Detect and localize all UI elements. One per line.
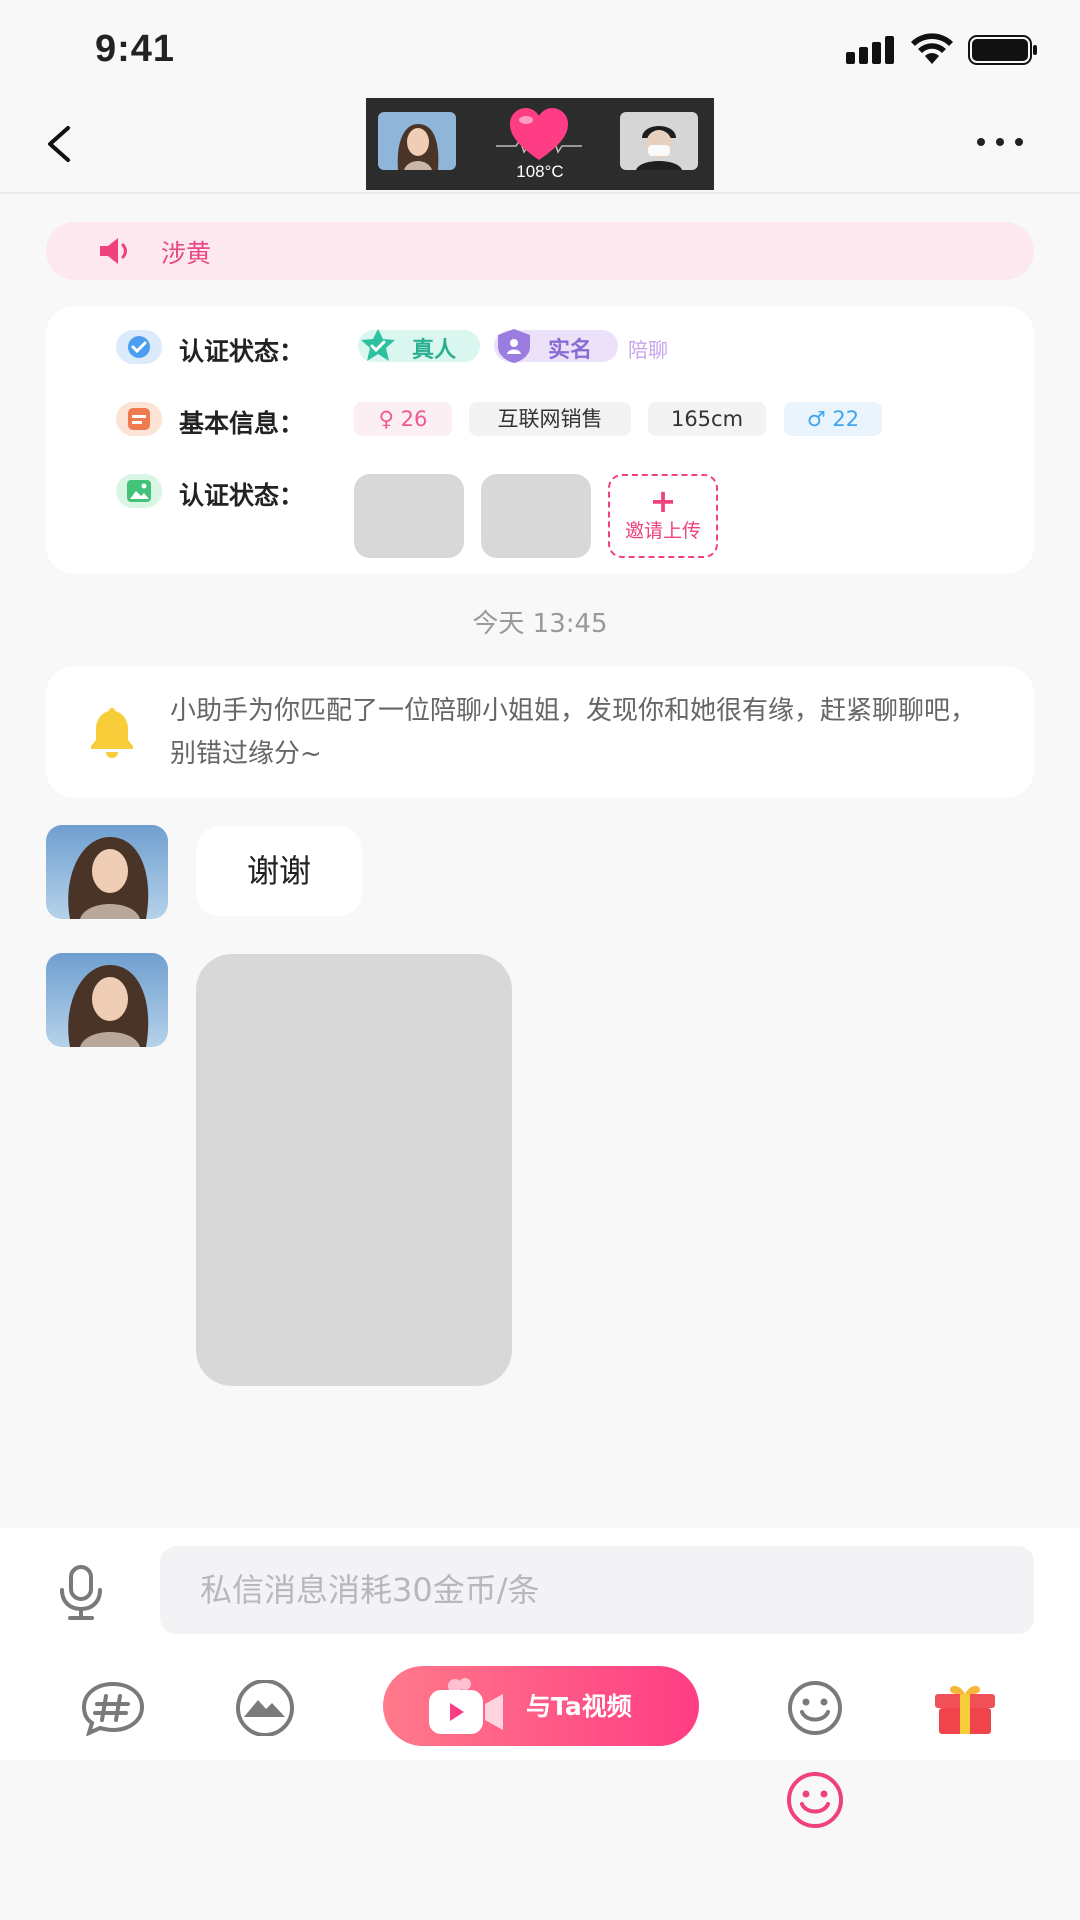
- status-time: 9:41: [95, 28, 176, 70]
- his-avatar: [620, 112, 698, 170]
- emoji-icon[interactable]: [782, 1680, 848, 1736]
- gift-icon[interactable]: [932, 1680, 998, 1736]
- row-label-verification: 认证状态：: [179, 337, 305, 366]
- profile-info-card: 认证状态： 真人 实名 陪聊 基本信息： ♀ 26 互联网销售 165cm ♂ …: [46, 306, 1034, 574]
- photo-placeholder[interactable]: [481, 474, 591, 558]
- message-input[interactable]: [160, 1546, 1034, 1634]
- plus-icon: +: [649, 482, 677, 520]
- male-age-tag: ♂ 22: [784, 402, 882, 436]
- shield-icon: [498, 329, 530, 363]
- more-options-icon[interactable]: [975, 132, 1025, 152]
- info-icon: [116, 402, 162, 436]
- battery-icon: [968, 35, 1037, 65]
- couple-intimacy-banner[interactable]: 108°C: [366, 98, 714, 190]
- companion-label: 陪聊: [628, 338, 668, 362]
- notice-text: 涉黄: [161, 239, 212, 268]
- assistant-message-text: 小助手为你匹配了一位陪聊小姐姐，发现你和她很有缘，赶紧聊聊吧，别错过缘分~: [170, 696, 977, 769]
- job-tag: 互联网销售: [469, 402, 631, 436]
- verified-icon: [116, 330, 162, 364]
- sender-avatar[interactable]: [46, 825, 168, 919]
- composer: 与Ta视频: [0, 1528, 1080, 1760]
- wifi-icon: [911, 33, 953, 64]
- sender-avatar[interactable]: [46, 953, 168, 1047]
- gallery-icon[interactable]: [232, 1680, 298, 1736]
- invite-upload-label: 邀请上传: [624, 520, 701, 542]
- real-name-badge: 实名: [494, 329, 618, 363]
- row-label-basic-info: 基本信息：: [179, 409, 305, 438]
- female-age-tag: ♀ 26: [354, 402, 452, 436]
- height-tag: 165cm: [648, 402, 766, 436]
- chat-timestamp: 今天 13:45: [472, 609, 608, 639]
- speaker-icon: [100, 238, 127, 264]
- invite-upload-button[interactable]: + 邀请上传: [608, 474, 718, 558]
- warning-notice: 涉黄: [46, 222, 1034, 280]
- image-message[interactable]: [196, 954, 512, 1386]
- cellular-signal-icon: [846, 36, 898, 64]
- emoji-active-icon[interactable]: [783, 1768, 847, 1832]
- nav-bar: 108°C: [0, 96, 1080, 194]
- photo-placeholder[interactable]: [354, 474, 464, 558]
- heart-icon: [496, 108, 582, 160]
- status-bar: 9:41: [0, 0, 1080, 96]
- microphone-icon[interactable]: [54, 1564, 108, 1622]
- bell-icon: [91, 708, 133, 758]
- back-arrow-icon[interactable]: [40, 120, 80, 168]
- message-bubble[interactable]: 谢谢: [196, 826, 362, 916]
- topic-hashtag-icon[interactable]: [80, 1680, 146, 1736]
- video-camera-icon: [429, 1678, 503, 1734]
- assistant-message: 小助手为你匹配了一位陪聊小姐姐，发现你和她很有缘，赶紧聊聊吧，别错过缘分~: [46, 666, 1034, 798]
- image-icon: [116, 474, 162, 508]
- star-check-icon: [361, 329, 395, 361]
- video-call-label: 与Ta视频: [526, 1692, 632, 1721]
- video-call-button[interactable]: 与Ta视频: [383, 1666, 699, 1746]
- row-label-photos: 认证状态：: [179, 481, 305, 510]
- real-person-badge: 真人: [358, 329, 480, 363]
